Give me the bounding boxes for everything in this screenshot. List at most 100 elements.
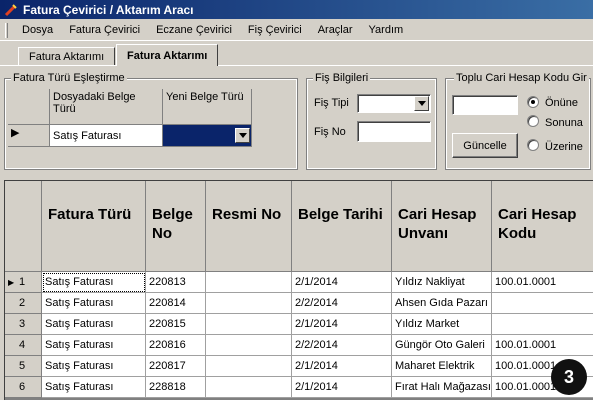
cell-resmi-no[interactable] [206, 293, 292, 314]
cell-belge-tarihi[interactable]: 2/1/2014 [292, 272, 392, 293]
cell-fatura-turu[interactable]: Satış Faturası [42, 314, 146, 335]
row-pointer-icon: ▶ [11, 127, 20, 139]
toplu-cari-group: Toplu Cari Hesap Kodu Gir Güncelle Önüne… [445, 72, 591, 170]
title-bar: Fatura Çevirici / Aktarım Aracı [0, 0, 593, 19]
row-number: 5 [19, 360, 26, 372]
cell-cari-kod[interactable] [492, 314, 593, 335]
tab-fatura-aktarimi-2[interactable]: Fatura Aktarımı [116, 44, 219, 66]
grid-col-belge-no[interactable]: Belge No [146, 181, 206, 272]
cell-belge-tarihi[interactable]: 2/2/2014 [292, 335, 392, 356]
cell-fatura-turu[interactable]: Satış Faturası [42, 335, 146, 356]
grid-col-cari-kod[interactable]: Cari Hesap Kodu [492, 181, 593, 272]
menu-fis-cevirici[interactable]: Fiş Çevirici [240, 24, 310, 36]
mapping-cell-dosyadaki[interactable]: Satış Faturası [50, 125, 163, 147]
cell-belge-tarihi[interactable]: 2/1/2014 [292, 314, 392, 335]
cell-fatura-turu[interactable]: Satış Faturası [42, 293, 146, 314]
cell-belge-tarihi[interactable]: 2/2/2014 [292, 293, 392, 314]
cell-belge-no[interactable]: 220815 [146, 314, 206, 335]
cell-resmi-no[interactable] [206, 272, 292, 293]
cell-cari-unvan[interactable]: Güngör Oto Galeri [392, 335, 492, 356]
radio-sonuna[interactable] [527, 115, 539, 127]
radio-sonuna-label[interactable]: Sonuna [545, 117, 583, 129]
grid-col-fatura-turu[interactable]: Fatura Türü [42, 181, 146, 272]
cell-cari-unvan[interactable]: Yıldız Nakliyat [392, 272, 492, 293]
cell-belge-no[interactable]: 220814 [146, 293, 206, 314]
cell-cari-kod[interactable]: 100.01.0001 [492, 272, 593, 293]
grid-col-cari-unvan[interactable]: Cari Hesap Unvanı [392, 181, 492, 272]
mapping-cell-yeni-combo[interactable] [163, 125, 252, 147]
cell-belge-no[interactable]: 220816 [146, 335, 206, 356]
tab-fatura-aktarimi-1[interactable]: Fatura Aktarımı [18, 47, 116, 66]
row-pointer-icon: ▶ [8, 278, 15, 287]
invoice-grid: Fatura Türü Belge No Resmi No Belge Tari… [4, 180, 593, 400]
cell-resmi-no[interactable] [206, 335, 292, 356]
radio-uzerine-label[interactable]: Üzerine [545, 141, 583, 153]
menu-dosya[interactable]: Dosya [14, 24, 61, 36]
fis-tipi-label: Fiş Tipi [314, 97, 349, 109]
chevron-down-icon [238, 133, 247, 138]
radio-onune[interactable] [527, 96, 539, 108]
chevron-down-icon [417, 101, 426, 106]
row-header[interactable]: ▶ 1 [5, 272, 42, 293]
menu-yardim[interactable]: Yardım [361, 24, 412, 36]
mapping-combo-button[interactable] [235, 128, 250, 143]
row-header[interactable]: 4 [5, 335, 42, 356]
cell-belge-tarihi[interactable]: 2/1/2014 [292, 356, 392, 377]
cell-cari-unvan[interactable]: Maharet Elektrik [392, 356, 492, 377]
menu-araclar[interactable]: Araçlar [310, 24, 361, 36]
cell-belge-no[interactable]: 220817 [146, 356, 206, 377]
cell-cari-kod[interactable]: 100.01.0001 [492, 335, 593, 356]
grid-col-resmi-no[interactable]: Resmi No [206, 181, 292, 272]
app-icon [4, 3, 18, 17]
mapping-grid: Dosyadaki Belge Türü Yeni Belge Türü ▶ S… [8, 89, 252, 147]
mapping-row-indicator: ▶ [8, 125, 50, 147]
radio-onune-label[interactable]: Önüne [545, 97, 578, 109]
cell-belge-no[interactable]: 220813 [146, 272, 206, 293]
fis-tipi-dropdown-button[interactable] [414, 96, 429, 111]
cell-cari-unvan[interactable]: Ahsen Gıda Pazarı [392, 293, 492, 314]
step-badge: 3 [551, 359, 587, 395]
tab-panel: Fatura Türü Eşleştirme Dosyadaki Belge T… [0, 65, 593, 400]
fatura-turu-group-title: Fatura Türü Eşleştirme [11, 72, 127, 84]
row-header[interactable]: 5 [5, 356, 42, 377]
menu-grip [5, 22, 8, 38]
grid-corner [5, 181, 42, 272]
cell-resmi-no[interactable] [206, 356, 292, 377]
menu-bar: Dosya Fatura Çevirici Eczane Çevirici Fi… [0, 20, 593, 41]
mapping-grid-corner [8, 89, 50, 125]
window-title: Fatura Çevirici / Aktarım Aracı [23, 2, 194, 17]
fis-bilgileri-group: Fiş Bilgileri Fiş Tipi Fiş No [306, 72, 437, 170]
row-number: 2 [19, 297, 26, 309]
fis-no-label: Fiş No [314, 126, 346, 138]
fis-tipi-select[interactable] [357, 94, 431, 113]
row-header[interactable]: 2 [5, 293, 42, 314]
cell-belge-tarihi[interactable]: 2/1/2014 [292, 377, 392, 398]
row-number: 3 [19, 318, 26, 330]
cell-fatura-turu[interactable]: Satış Faturası [42, 356, 146, 377]
cell-resmi-no[interactable] [206, 377, 292, 398]
guncelle-button[interactable]: Güncelle [452, 133, 518, 158]
row-number: 1 [19, 276, 26, 288]
fis-no-input[interactable] [357, 121, 431, 142]
fis-bilgileri-title: Fiş Bilgileri [313, 72, 371, 84]
radio-uzerine[interactable] [527, 139, 539, 151]
row-number: 4 [19, 339, 26, 351]
cell-fatura-turu[interactable]: Satış Faturası [42, 272, 146, 293]
row-header[interactable]: 6 [5, 377, 42, 398]
grid-col-belge-tarihi[interactable]: Belge Tarihi [292, 181, 392, 272]
toplu-cari-input[interactable] [452, 95, 518, 115]
mapping-col-yeni: Yeni Belge Türü [163, 89, 252, 125]
mapping-col-dosyadaki: Dosyadaki Belge Türü [50, 89, 163, 125]
cell-fatura-turu[interactable]: Satış Faturası [42, 377, 146, 398]
menu-eczane-cevirici[interactable]: Eczane Çevirici [148, 24, 240, 36]
cell-cari-unvan[interactable]: Yıldız Market [392, 314, 492, 335]
fatura-turu-group: Fatura Türü Eşleştirme Dosyadaki Belge T… [4, 72, 298, 170]
cell-cari-kod[interactable] [492, 293, 593, 314]
row-header[interactable]: 3 [5, 314, 42, 335]
cell-cari-unvan[interactable]: Fırat Halı Mağazası [392, 377, 492, 398]
cell-belge-no[interactable]: 228818 [146, 377, 206, 398]
toplu-cari-title: Toplu Cari Hesap Kodu Gir [454, 72, 589, 84]
row-number: 6 [19, 381, 26, 393]
menu-fatura-cevirici[interactable]: Fatura Çevirici [61, 24, 148, 36]
cell-resmi-no[interactable] [206, 314, 292, 335]
